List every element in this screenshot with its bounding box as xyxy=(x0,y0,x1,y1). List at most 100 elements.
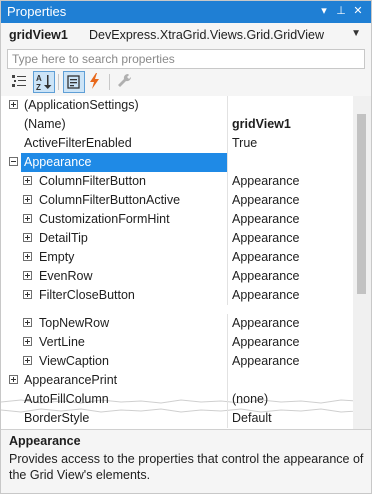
property-name: EvenRow xyxy=(39,269,93,283)
column-divider[interactable] xyxy=(227,172,228,191)
property-value[interactable]: Appearance xyxy=(232,193,299,207)
pin-icon[interactable]: ⊥ xyxy=(333,3,349,19)
column-divider[interactable] xyxy=(227,286,228,305)
property-name: ViewCaption xyxy=(39,354,109,368)
property-value[interactable]: Appearance xyxy=(232,250,299,264)
expand-icon[interactable] xyxy=(23,356,32,365)
property-value[interactable]: Appearance xyxy=(232,335,299,349)
property-row[interactable]: Empty Appearance xyxy=(1,248,353,267)
property-row[interactable]: Appearance xyxy=(1,153,353,172)
property-pages-button[interactable] xyxy=(114,71,136,93)
properties-window: Properties ▾ ⊥ ✕ gridView1 DevExpress.Xt… xyxy=(0,0,372,494)
column-divider[interactable] xyxy=(227,191,228,210)
property-name: FilterCloseButton xyxy=(39,288,135,302)
property-name: VertLine xyxy=(39,335,85,349)
property-value[interactable]: gridView1 xyxy=(232,117,291,131)
collapse-icon[interactable] xyxy=(9,157,18,166)
expand-icon[interactable] xyxy=(23,252,32,261)
object-selector[interactable]: gridView1 DevExpress.XtraGrid.Views.Grid… xyxy=(1,23,371,47)
property-value[interactable]: Appearance xyxy=(232,231,299,245)
property-name: DetailTip xyxy=(39,231,88,245)
property-row[interactable]: BorderStyle Default xyxy=(1,409,353,428)
alphabetical-button[interactable]: A Z xyxy=(33,71,55,93)
column-divider[interactable] xyxy=(227,134,228,153)
object-type: DevExpress.XtraGrid.Views.Grid.GridView xyxy=(89,28,325,42)
column-divider[interactable] xyxy=(227,352,228,371)
property-row[interactable]: ColumnFilterButton Appearance xyxy=(1,172,353,191)
expand-icon[interactable] xyxy=(23,337,32,346)
vertical-scrollbar[interactable] xyxy=(353,96,371,429)
events-button[interactable] xyxy=(85,71,107,93)
expand-icon[interactable] xyxy=(23,176,32,185)
expand-icon[interactable] xyxy=(9,375,18,384)
categorized-button[interactable] xyxy=(9,71,31,93)
property-row[interactable]: (ApplicationSettings) xyxy=(1,96,353,115)
property-row[interactable]: ColumnFilterButtonActive Appearance xyxy=(1,191,353,210)
object-name: gridView1 xyxy=(9,28,68,42)
property-row[interactable]: EvenRow Appearance xyxy=(1,267,353,286)
property-name: TopNewRow xyxy=(39,316,110,330)
property-name: AppearancePrint xyxy=(24,373,118,387)
expand-icon[interactable] xyxy=(23,214,32,223)
property-name: ColumnFilterButtonActive xyxy=(39,193,181,207)
property-row[interactable]: AppearancePrint xyxy=(1,371,353,390)
property-value[interactable]: Appearance xyxy=(232,269,299,283)
property-name: AutoFillColumn xyxy=(24,392,109,406)
properties-button[interactable] xyxy=(63,71,85,93)
column-divider[interactable] xyxy=(227,314,228,333)
expand-icon[interactable] xyxy=(9,100,18,109)
column-divider[interactable] xyxy=(227,96,228,115)
property-value[interactable]: (none) xyxy=(232,392,268,406)
property-value[interactable]: Default xyxy=(232,411,272,425)
column-divider[interactable] xyxy=(227,248,228,267)
search-input[interactable]: Type here to search properties xyxy=(7,49,365,69)
expand-icon[interactable] xyxy=(23,271,32,280)
expand-icon[interactable] xyxy=(23,233,32,242)
property-value[interactable]: Appearance xyxy=(232,288,299,302)
expand-icon[interactable] xyxy=(23,290,32,299)
property-value[interactable]: Appearance xyxy=(232,316,299,330)
close-icon[interactable]: ✕ xyxy=(350,3,366,19)
property-name: (Name) xyxy=(24,117,66,131)
properties-icon xyxy=(67,75,80,89)
column-divider[interactable] xyxy=(227,409,228,428)
property-value[interactable]: True xyxy=(232,136,257,150)
property-grid: (ApplicationSettings) (Name) gridView1 Acti… xyxy=(1,96,353,429)
svg-text:Z: Z xyxy=(36,83,41,92)
property-name: (ApplicationSettings) xyxy=(24,98,139,112)
property-name: Empty xyxy=(39,250,75,264)
property-row[interactable]: ViewCaption Appearance xyxy=(1,352,353,371)
property-name: ActiveFilterEnabled xyxy=(24,136,132,150)
column-divider[interactable] xyxy=(227,371,228,390)
column-divider[interactable] xyxy=(227,210,228,229)
column-divider[interactable] xyxy=(227,267,228,286)
window-dropdown-icon[interactable]: ▾ xyxy=(316,3,332,19)
column-divider[interactable] xyxy=(227,153,228,172)
expand-icon[interactable] xyxy=(23,195,32,204)
categorized-icon xyxy=(12,75,26,87)
property-row[interactable]: VertLine Appearance xyxy=(1,333,353,352)
svg-text:A: A xyxy=(36,74,42,83)
chevron-down-icon[interactable]: ▼ xyxy=(351,28,361,39)
column-divider[interactable] xyxy=(227,333,228,352)
column-divider[interactable] xyxy=(227,390,228,409)
scrollbar-thumb[interactable] xyxy=(357,114,366,294)
property-row[interactable]: CustomizationFormHint Appearance xyxy=(1,210,353,229)
property-value[interactable]: Appearance xyxy=(232,212,299,226)
expand-icon[interactable] xyxy=(23,318,32,327)
property-name: Appearance xyxy=(24,155,92,169)
column-divider[interactable] xyxy=(227,229,228,248)
property-row[interactable]: DetailTip Appearance xyxy=(1,229,353,248)
toolbar: A Z xyxy=(1,70,371,94)
alphabetical-sort-icon: A Z xyxy=(36,74,52,92)
property-value[interactable]: Appearance xyxy=(232,174,299,188)
property-row[interactable]: TopNewRow Appearance xyxy=(1,314,353,333)
toolbar-separator xyxy=(58,74,59,90)
property-value[interactable]: Appearance xyxy=(232,354,299,368)
property-row[interactable]: FilterCloseButton Appearance xyxy=(1,286,353,305)
column-divider[interactable] xyxy=(227,115,228,134)
property-row[interactable]: ActiveFilterEnabled True xyxy=(1,134,353,153)
property-row[interactable]: AutoFillColumn (none) xyxy=(1,390,353,409)
description-panel: Appearance Provides access to the proper… xyxy=(1,429,371,493)
property-row[interactable]: (Name) gridView1 xyxy=(1,115,353,134)
